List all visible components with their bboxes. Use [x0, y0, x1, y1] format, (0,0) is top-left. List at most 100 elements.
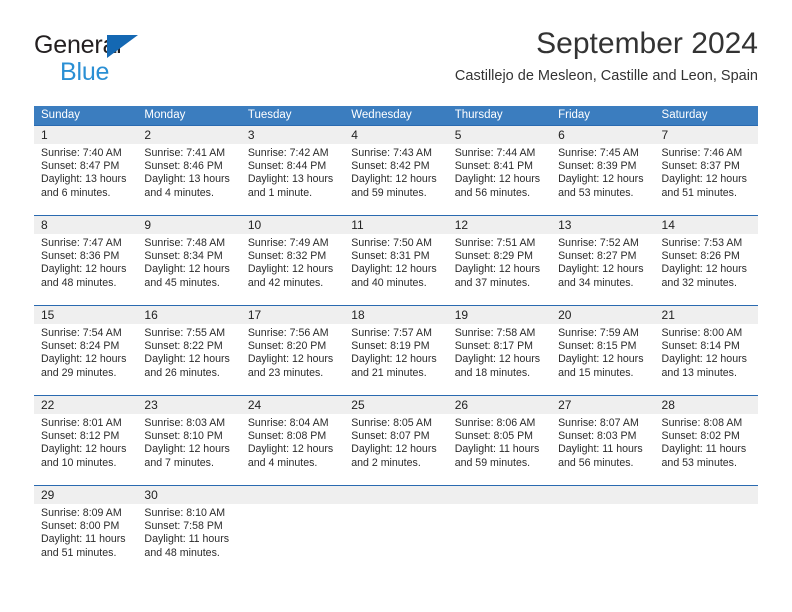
- day-number: 27: [558, 398, 572, 412]
- daylight-text-line1: Daylight: 12 hours: [661, 173, 747, 186]
- sunrise-text: Sunrise: 8:08 AM: [661, 417, 743, 429]
- daylight-text-line1: Daylight: 13 hours: [41, 173, 127, 186]
- daylight-text-line1: Daylight: 12 hours: [454, 353, 541, 366]
- day-number-band: 12: [447, 216, 552, 234]
- calendar-page: General Blue September 2024 Castillejo d…: [0, 0, 792, 612]
- daylight-text-line2: and 56 minutes.: [558, 456, 634, 469]
- day-cell[interactable]: 28 Sunrise: 8:08 AM Sunset: 8:02 PM Dayl…: [654, 396, 758, 485]
- day-number: 7: [661, 128, 669, 142]
- day-cell[interactable]: 13 Sunrise: 7:52 AM Sunset: 8:27 PM Dayl…: [551, 216, 655, 305]
- brand-logo[interactable]: General Blue: [34, 32, 264, 88]
- sunrise-text: Sunrise: 7:52 AM: [558, 237, 639, 249]
- day-number: 23: [144, 398, 158, 412]
- day-info: Sunrise: 8:01 AM Sunset: 8:12 PM Dayligh…: [34, 414, 137, 470]
- sunrise-text: Sunrise: 7:44 AM: [454, 147, 536, 159]
- sunrise-text: Sunrise: 7:56 AM: [247, 327, 329, 339]
- day-cell[interactable]: 3 Sunrise: 7:42 AM Sunset: 8:44 PM Dayli…: [240, 126, 345, 215]
- day-cell[interactable]: 22 Sunrise: 8:01 AM Sunset: 8:12 PM Dayl…: [34, 396, 138, 485]
- day-cell[interactable]: 7 Sunrise: 7:46 AM Sunset: 8:37 PM Dayli…: [654, 126, 758, 215]
- day-cell[interactable]: 21 Sunrise: 8:00 AM Sunset: 8:14 PM Dayl…: [654, 306, 758, 395]
- sunset-text: Sunset: 8:24 PM: [41, 340, 120, 353]
- day-number-band: 9: [137, 216, 241, 234]
- sunrise-text: Sunrise: 8:06 AM: [454, 417, 536, 429]
- daylight-text-line2: and 4 minutes.: [247, 456, 318, 469]
- day-cell[interactable]: 16 Sunrise: 7:55 AM Sunset: 8:22 PM Dayl…: [137, 306, 241, 395]
- day-number: 21: [661, 308, 675, 322]
- day-cell[interactable]: 20 Sunrise: 7:59 AM Sunset: 8:15 PM Dayl…: [551, 306, 655, 395]
- day-cell-empty: [447, 486, 552, 575]
- day-cell[interactable]: 19 Sunrise: 7:58 AM Sunset: 8:17 PM Dayl…: [447, 306, 552, 395]
- day-cell[interactable]: 27 Sunrise: 8:07 AM Sunset: 8:03 PM Dayl…: [551, 396, 655, 485]
- sunrise-text: Sunrise: 7:53 AM: [661, 237, 743, 249]
- day-info: Sunrise: 8:05 AM Sunset: 8:07 PM Dayligh…: [344, 414, 447, 470]
- day-number-band: 24: [240, 396, 345, 414]
- day-cell[interactable]: 26 Sunrise: 8:06 AM Sunset: 8:05 PM Dayl…: [447, 396, 552, 485]
- daylight-text-line2: and 48 minutes.: [41, 276, 117, 289]
- day-number-band: 13: [551, 216, 655, 234]
- day-cell[interactable]: 12 Sunrise: 7:51 AM Sunset: 8:29 PM Dayl…: [447, 216, 552, 305]
- day-cell[interactable]: 24 Sunrise: 8:04 AM Sunset: 8:08 PM Dayl…: [240, 396, 345, 485]
- day-cell[interactable]: 4 Sunrise: 7:43 AM Sunset: 8:42 PM Dayli…: [344, 126, 448, 215]
- sunrise-text: Sunrise: 8:00 AM: [661, 327, 743, 339]
- day-number: 24: [247, 398, 262, 412]
- day-cell[interactable]: 23 Sunrise: 8:03 AM Sunset: 8:10 PM Dayl…: [137, 396, 241, 485]
- daylight-text-line2: and 13 minutes.: [661, 366, 737, 379]
- sunrise-text: Sunrise: 7:49 AM: [247, 237, 329, 249]
- day-number: 26: [454, 398, 469, 412]
- sunrise-text: Sunrise: 7:47 AM: [41, 237, 122, 249]
- day-number: 20: [558, 308, 572, 322]
- daylight-text-line2: and 51 minutes.: [41, 546, 117, 559]
- daylight-text-line2: and 6 minutes.: [41, 186, 111, 199]
- sunset-text: Sunset: 8:37 PM: [661, 160, 740, 173]
- daylight-text-line2: and 7 minutes.: [144, 456, 214, 469]
- day-number-band: 29: [34, 486, 138, 504]
- day-cell[interactable]: 17 Sunrise: 7:56 AM Sunset: 8:20 PM Dayl…: [240, 306, 345, 395]
- sunset-text: Sunset: 8:44 PM: [247, 160, 327, 173]
- sunset-text: Sunset: 8:15 PM: [558, 340, 637, 353]
- daylight-text-line1: Daylight: 12 hours: [144, 353, 230, 366]
- daylight-text-line1: Daylight: 12 hours: [351, 173, 437, 186]
- sunrise-text: Sunrise: 8:05 AM: [351, 417, 432, 429]
- day-number: 18: [351, 308, 365, 322]
- day-cell[interactable]: 29 Sunrise: 8:09 AM Sunset: 8:00 PM Dayl…: [34, 486, 138, 575]
- daylight-text-line2: and 29 minutes.: [41, 366, 117, 379]
- day-number-band: [447, 486, 552, 504]
- day-cell[interactable]: 10 Sunrise: 7:49 AM Sunset: 8:32 PM Dayl…: [240, 216, 345, 305]
- sunrise-text: Sunrise: 8:07 AM: [558, 417, 639, 429]
- day-info: Sunrise: 8:04 AM Sunset: 8:08 PM Dayligh…: [241, 414, 344, 470]
- sunset-text: Sunset: 8:26 PM: [661, 250, 740, 263]
- sunset-text: Sunset: 8:05 PM: [454, 430, 534, 443]
- weekday-header-wednesday: Wednesday: [351, 109, 412, 121]
- sunrise-text: Sunrise: 7:40 AM: [41, 147, 122, 159]
- day-cell[interactable]: 6 Sunrise: 7:45 AM Sunset: 8:39 PM Dayli…: [551, 126, 655, 215]
- sunset-text: Sunset: 8:41 PM: [454, 160, 534, 173]
- day-cell[interactable]: 30 Sunrise: 8:10 AM Sunset: 7:58 PM Dayl…: [137, 486, 241, 575]
- day-number-band: 28: [654, 396, 758, 414]
- day-cell[interactable]: 15 Sunrise: 7:54 AM Sunset: 8:24 PM Dayl…: [34, 306, 138, 395]
- day-cell[interactable]: 2 Sunrise: 7:41 AM Sunset: 8:46 PM Dayli…: [137, 126, 241, 215]
- daylight-text-line1: Daylight: 12 hours: [661, 353, 747, 366]
- day-cell[interactable]: 14 Sunrise: 7:53 AM Sunset: 8:26 PM Dayl…: [654, 216, 758, 305]
- daylight-text-line1: Daylight: 12 hours: [351, 443, 437, 456]
- sunrise-text: Sunrise: 7:46 AM: [661, 147, 743, 159]
- day-number: 15: [41, 308, 55, 322]
- day-cell[interactable]: 25 Sunrise: 8:05 AM Sunset: 8:07 PM Dayl…: [344, 396, 448, 485]
- day-cell[interactable]: 9 Sunrise: 7:48 AM Sunset: 8:34 PM Dayli…: [137, 216, 241, 305]
- day-info: Sunrise: 7:56 AM Sunset: 8:20 PM Dayligh…: [241, 324, 344, 380]
- day-number-band: 15: [34, 306, 138, 324]
- sunrise-text: Sunrise: 8:09 AM: [41, 507, 122, 519]
- day-cell[interactable]: 18 Sunrise: 7:57 AM Sunset: 8:19 PM Dayl…: [344, 306, 448, 395]
- day-cell[interactable]: 1 Sunrise: 7:40 AM Sunset: 8:47 PM Dayli…: [34, 126, 138, 215]
- daylight-text-line2: and 56 minutes.: [454, 186, 531, 199]
- day-cell[interactable]: 5 Sunrise: 7:44 AM Sunset: 8:41 PM Dayli…: [447, 126, 552, 215]
- daylight-text-line1: Daylight: 12 hours: [351, 263, 437, 276]
- day-number: 29: [41, 488, 55, 502]
- day-number: 2: [144, 128, 152, 142]
- daylight-text-line1: Daylight: 12 hours: [144, 443, 230, 456]
- day-number: 19: [454, 308, 469, 322]
- day-cell[interactable]: 8 Sunrise: 7:47 AM Sunset: 8:36 PM Dayli…: [34, 216, 138, 305]
- daylight-text-line1: Daylight: 12 hours: [41, 263, 127, 276]
- week-row: 1 Sunrise: 7:40 AM Sunset: 8:47 PM Dayli…: [34, 125, 758, 215]
- day-number: 17: [247, 308, 262, 322]
- day-cell[interactable]: 11 Sunrise: 7:50 AM Sunset: 8:31 PM Dayl…: [344, 216, 448, 305]
